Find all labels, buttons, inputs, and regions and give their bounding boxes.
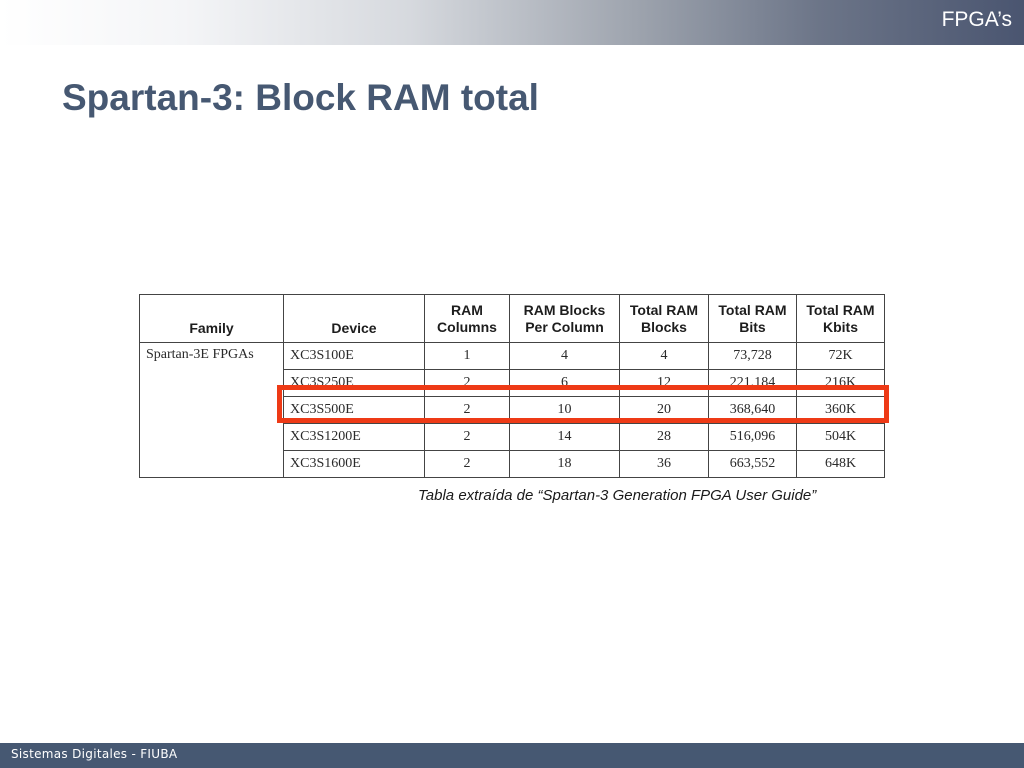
- column-header-label-line1: RAM: [451, 301, 483, 318]
- total-ram-kbits-cell: 216K: [796, 369, 885, 397]
- total-ram-kbits-cell: 504K: [796, 423, 885, 451]
- column-header-label-line2: Kbits: [823, 318, 858, 335]
- top-banner: FPGA’s: [0, 0, 1024, 45]
- column-header-label: Family: [189, 320, 234, 336]
- ram-columns-cell: 2: [424, 369, 510, 397]
- column-header-label-line2: Blocks: [641, 318, 687, 335]
- device-cell: XC3S250E: [283, 369, 425, 397]
- section-label: FPGA’s: [941, 8, 1012, 31]
- total-ram-blocks-cell: 4: [619, 342, 709, 370]
- ram-blocks-per-column-cell: 10: [509, 396, 620, 424]
- table-caption: Tabla extraída de “Spartan-3 Generation …: [418, 487, 817, 504]
- column-header-total-ram-blocks: Total RAM Blocks: [619, 294, 709, 343]
- total-ram-blocks-cell: 12: [619, 369, 709, 397]
- ram-columns-cell: 2: [424, 450, 510, 478]
- column-header-label: Device: [331, 320, 377, 336]
- column-header-label-line1: Total RAM: [629, 301, 699, 318]
- ram-columns-cell: 1: [424, 342, 510, 370]
- total-ram-blocks-cell: 36: [619, 450, 709, 478]
- footer-text: Sistemas Digitales - FIUBA: [11, 747, 178, 761]
- table-header-row: Family Device RAM Columns RAM Blocks Per…: [139, 294, 885, 343]
- column-header-total-ram-kbits: Total RAM Kbits: [796, 294, 885, 343]
- ram-blocks-per-column-cell: 4: [509, 342, 620, 370]
- column-header-family: Family: [139, 294, 284, 343]
- slide: FPGA’s Spartan-3: Block RAM total Family: [0, 0, 1024, 768]
- column-header-label-line1: Total RAM: [718, 301, 787, 318]
- total-ram-bits-cell: 368,640: [708, 396, 797, 424]
- ram-blocks-per-column-cell: 6: [509, 369, 620, 397]
- total-ram-bits-cell: 73,728: [708, 342, 797, 370]
- table-row: Spartan-3E FPGAs XC3S100E 1 4 4 73,728 7…: [139, 342, 885, 478]
- block-ram-table-container: Family Device RAM Columns RAM Blocks Per…: [139, 294, 885, 478]
- footer-bar: Sistemas Digitales - FIUBA: [0, 743, 1024, 768]
- device-cell: XC3S100E: [283, 342, 425, 370]
- column-header-ram-columns: RAM Columns: [424, 294, 510, 343]
- family-cell: Spartan-3E FPGAs: [139, 342, 284, 478]
- total-ram-bits-cell: 663,552: [708, 450, 797, 478]
- slide-title: Spartan-3: Block RAM total: [62, 77, 539, 118]
- total-ram-kbits-cell: 72K: [796, 342, 885, 370]
- ram-columns-cell: 2: [424, 396, 510, 424]
- column-header-label-line2: Columns: [437, 318, 497, 335]
- total-ram-kbits-cell: 648K: [796, 450, 885, 478]
- device-cell: XC3S1200E: [283, 423, 425, 451]
- ram-blocks-per-column-cell: 14: [509, 423, 620, 451]
- column-header-label-line1: RAM Blocks: [523, 301, 606, 318]
- total-ram-blocks-cell: 20: [619, 396, 709, 424]
- block-ram-table: Family Device RAM Columns RAM Blocks Per…: [139, 294, 885, 478]
- column-header-device: Device: [283, 294, 425, 343]
- device-cell: XC3S500E: [283, 396, 425, 424]
- column-header-label-line2: Bits: [739, 318, 766, 335]
- column-header-label-line1: Total RAM: [806, 301, 875, 318]
- ram-columns-cell: 2: [424, 423, 510, 451]
- ram-blocks-per-column-cell: 18: [509, 450, 620, 478]
- total-ram-kbits-cell: 360K: [796, 396, 885, 424]
- total-ram-blocks-cell: 28: [619, 423, 709, 451]
- column-header-total-ram-bits: Total RAM Bits: [708, 294, 797, 343]
- column-header-ram-blocks-per-column: RAM Blocks Per Column: [509, 294, 620, 343]
- column-header-label-line2: Per Column: [525, 318, 604, 335]
- device-cell: XC3S1600E: [283, 450, 425, 478]
- total-ram-bits-cell: 221,184: [708, 369, 797, 397]
- total-ram-bits-cell: 516,096: [708, 423, 797, 451]
